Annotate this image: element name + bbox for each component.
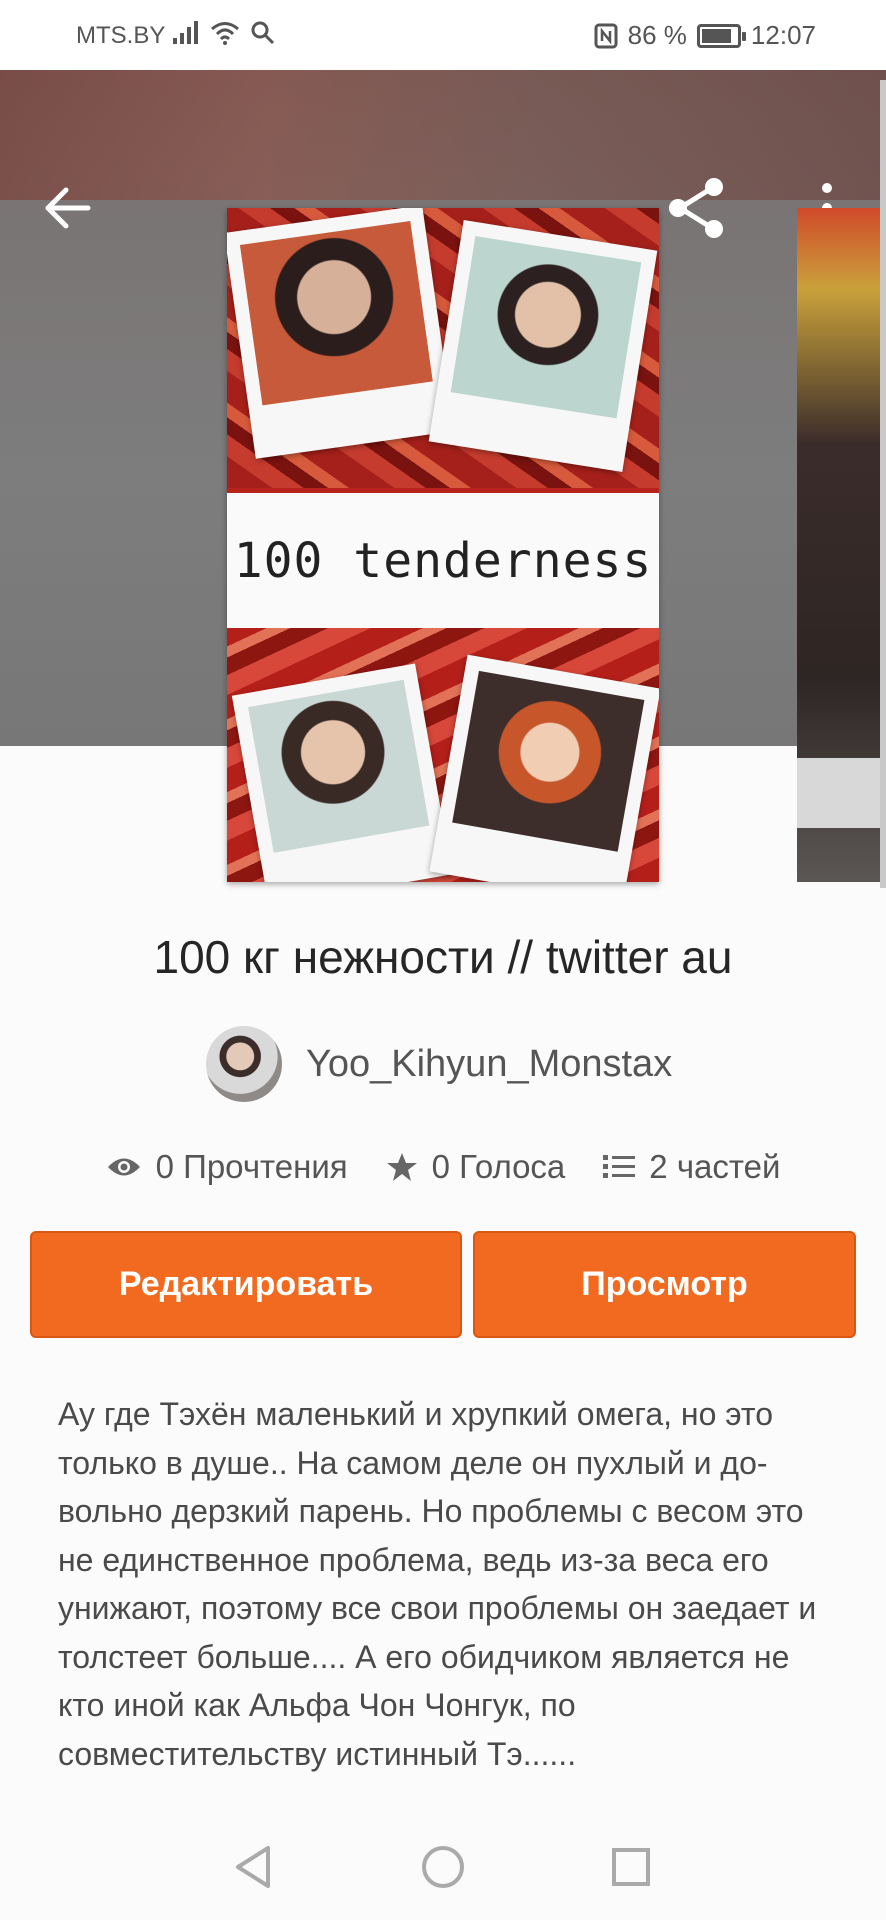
eye-icon	[107, 1158, 140, 1176]
status-icons	[172, 20, 276, 46]
square-recents-icon	[612, 1848, 650, 1886]
cover-title: 100 tenderness	[233, 532, 653, 589]
nav-recents-button[interactable]	[606, 1842, 656, 1892]
circle-home-icon	[422, 1846, 464, 1888]
polaroid-photo	[231, 663, 453, 882]
votes-stat: 0 Голоса	[386, 1148, 566, 1186]
arrow-left-icon	[45, 187, 91, 229]
author-row[interactable]: Yoo_Kihyun_Monstax	[206, 1026, 672, 1102]
status-right: 86 % 12:07	[594, 20, 816, 51]
share-button[interactable]	[664, 176, 728, 240]
next-book-cover[interactable]	[797, 208, 886, 882]
list-icon	[603, 1155, 636, 1178]
carrier-label: MTS.BY	[76, 22, 166, 49]
star-icon	[386, 1153, 417, 1181]
polaroid-photo	[429, 654, 659, 882]
votes-count: 0 Голоса	[431, 1148, 566, 1185]
cover-title-band: 100 tenderness	[227, 493, 659, 628]
reads-stat: 0 Прочтения	[106, 1148, 348, 1186]
author-name[interactable]: Yoo_Kihyun_Monstax	[306, 1043, 672, 1086]
book-title: 100 кг нежности // twitter au	[153, 931, 733, 983]
signal-icon	[173, 21, 198, 44]
story-stats: 0 Прочтения 0 Голоса 2 частей	[0, 1148, 886, 1186]
back-button[interactable]	[40, 180, 96, 236]
battery-icon	[696, 23, 746, 48]
battery-percent: 86 %	[627, 20, 687, 50]
wifi-icon	[211, 22, 239, 45]
share-icon	[669, 178, 723, 238]
view-button[interactable]: Просмотр	[473, 1231, 856, 1338]
book-cover[interactable]: 100 tenderness	[227, 208, 659, 882]
reads-count: 0 Прочтения	[155, 1148, 348, 1185]
story-description: Ау где Тэхён маленький и хрупкий омега, …	[58, 1396, 817, 1772]
parts-count: 2 частей	[649, 1148, 781, 1185]
nav-back-button[interactable]	[230, 1842, 280, 1892]
polaroid-photo	[428, 220, 658, 472]
status-bar: MTS.BY 86 % 12:07	[0, 0, 886, 70]
nfc-icon	[594, 23, 618, 48]
edit-button[interactable]: Редактировать	[30, 1231, 462, 1338]
polaroid-photo	[227, 208, 454, 459]
search-icon	[251, 21, 275, 45]
nav-home-button[interactable]	[418, 1842, 468, 1892]
parts-stat: 2 частей	[603, 1148, 780, 1186]
avatar[interactable]	[206, 1026, 282, 1102]
scrollbar	[880, 80, 886, 888]
system-nav-bar	[0, 1820, 886, 1920]
clock: 12:07	[750, 20, 816, 50]
triangle-back-icon	[236, 1846, 270, 1888]
